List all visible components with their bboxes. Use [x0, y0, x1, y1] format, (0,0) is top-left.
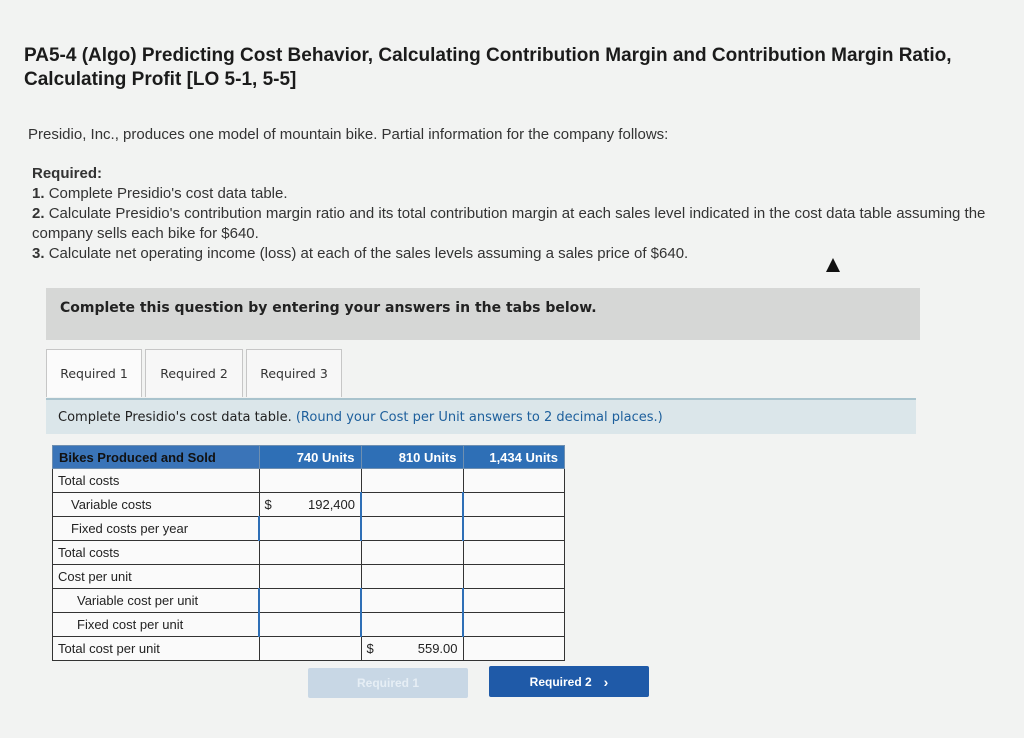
row-label: Total costs	[52, 468, 260, 493]
table-cell	[258, 468, 362, 493]
requirements-heading: Required:	[32, 165, 103, 182]
tab-bar: Required 1 Required 2 Required 3	[46, 349, 345, 397]
cost-data-table: Bikes Produced and Sold 740 Units 810 Un…	[52, 445, 565, 661]
row-label: Total costs	[52, 540, 260, 565]
variable-cost-per-unit-1434-input[interactable]	[462, 588, 565, 613]
table-header-row: Bikes Produced and Sold 740 Units 810 Un…	[52, 445, 565, 469]
table-cell	[258, 564, 362, 589]
table-cell[interactable]	[360, 540, 464, 565]
table-row: Variable cost per unit	[52, 588, 565, 613]
tab-instruction: Complete Presidio's cost data table. (Ro…	[46, 398, 916, 434]
table-cell	[360, 564, 464, 589]
fixed-costs-810-input[interactable]	[360, 516, 464, 541]
mouse-cursor-icon	[826, 258, 840, 272]
variable-cost-per-unit-810-input[interactable]	[360, 588, 464, 613]
table-row: Total cost per unit $559.00	[52, 636, 565, 661]
table-row: Cost per unit	[52, 564, 565, 589]
variable-costs-1434-input[interactable]	[462, 492, 565, 517]
requirements-list: Required: 1. Complete Presidio's cost da…	[32, 164, 1002, 264]
tab-required-2[interactable]: Required 2	[145, 349, 243, 397]
fixed-costs-740-input[interactable]	[258, 516, 362, 541]
column-header: 740 Units	[258, 445, 362, 469]
fixed-cost-per-unit-1434-input[interactable]	[462, 612, 565, 637]
row-label: Cost per unit	[52, 564, 260, 589]
variable-cost-per-unit-740-input[interactable]	[258, 588, 362, 613]
next-tab-button[interactable]: Required 2 ›	[489, 666, 649, 697]
previous-tab-button[interactable]: Required 1	[308, 668, 468, 698]
requirement-item: 1. Complete Presidio's cost data table.	[32, 185, 288, 202]
instructions-banner: Complete this question by entering your …	[46, 288, 920, 340]
fixed-cost-per-unit-740-input[interactable]	[258, 612, 362, 637]
table-cell	[462, 468, 565, 493]
variable-costs-810-input[interactable]	[360, 492, 464, 517]
problem-intro: Presidio, Inc., produces one model of mo…	[28, 126, 669, 143]
total-cost-per-unit-810-value: $559.00	[360, 636, 464, 661]
table-cell	[462, 564, 565, 589]
chevron-right-icon: ›	[603, 673, 609, 690]
row-label: Variable cost per unit	[52, 588, 260, 613]
table-cell[interactable]	[258, 636, 362, 661]
table-row: Fixed cost per unit	[52, 612, 565, 637]
table-cell	[360, 468, 464, 493]
table-row: Total costs	[52, 468, 565, 493]
column-header: 1,434 Units	[462, 445, 565, 469]
fixed-costs-1434-input[interactable]	[462, 516, 565, 541]
table-row: Variable costs $192,400	[52, 492, 565, 517]
table-row: Total costs	[52, 540, 565, 565]
next-tab-label: Required 2	[529, 674, 592, 689]
tab-required-3[interactable]: Required 3	[246, 349, 342, 397]
table-row: Fixed costs per year	[52, 516, 565, 541]
variable-costs-740-value: $192,400	[258, 492, 362, 517]
fixed-cost-per-unit-810-input[interactable]	[360, 612, 464, 637]
row-label: Total cost per unit	[52, 636, 260, 661]
row-label: Fixed costs per year	[52, 516, 260, 541]
requirement-item: 2. Calculate Presidio's contribution mar…	[32, 205, 986, 242]
page-title: PA5-4 (Algo) Predicting Cost Behavior, C…	[24, 45, 952, 90]
table-cell[interactable]	[462, 636, 565, 661]
row-label: Variable costs	[52, 492, 260, 517]
table-cell[interactable]	[462, 540, 565, 565]
column-header: 810 Units	[360, 445, 464, 469]
row-label: Fixed cost per unit	[52, 612, 260, 637]
previous-tab-label: Required 1	[356, 676, 419, 690]
table-cell[interactable]	[258, 540, 362, 565]
column-header: Bikes Produced and Sold	[52, 445, 260, 469]
requirement-item: 3. Calculate net operating income (loss)…	[32, 245, 689, 262]
tab-required-1[interactable]: Required 1	[46, 349, 142, 397]
